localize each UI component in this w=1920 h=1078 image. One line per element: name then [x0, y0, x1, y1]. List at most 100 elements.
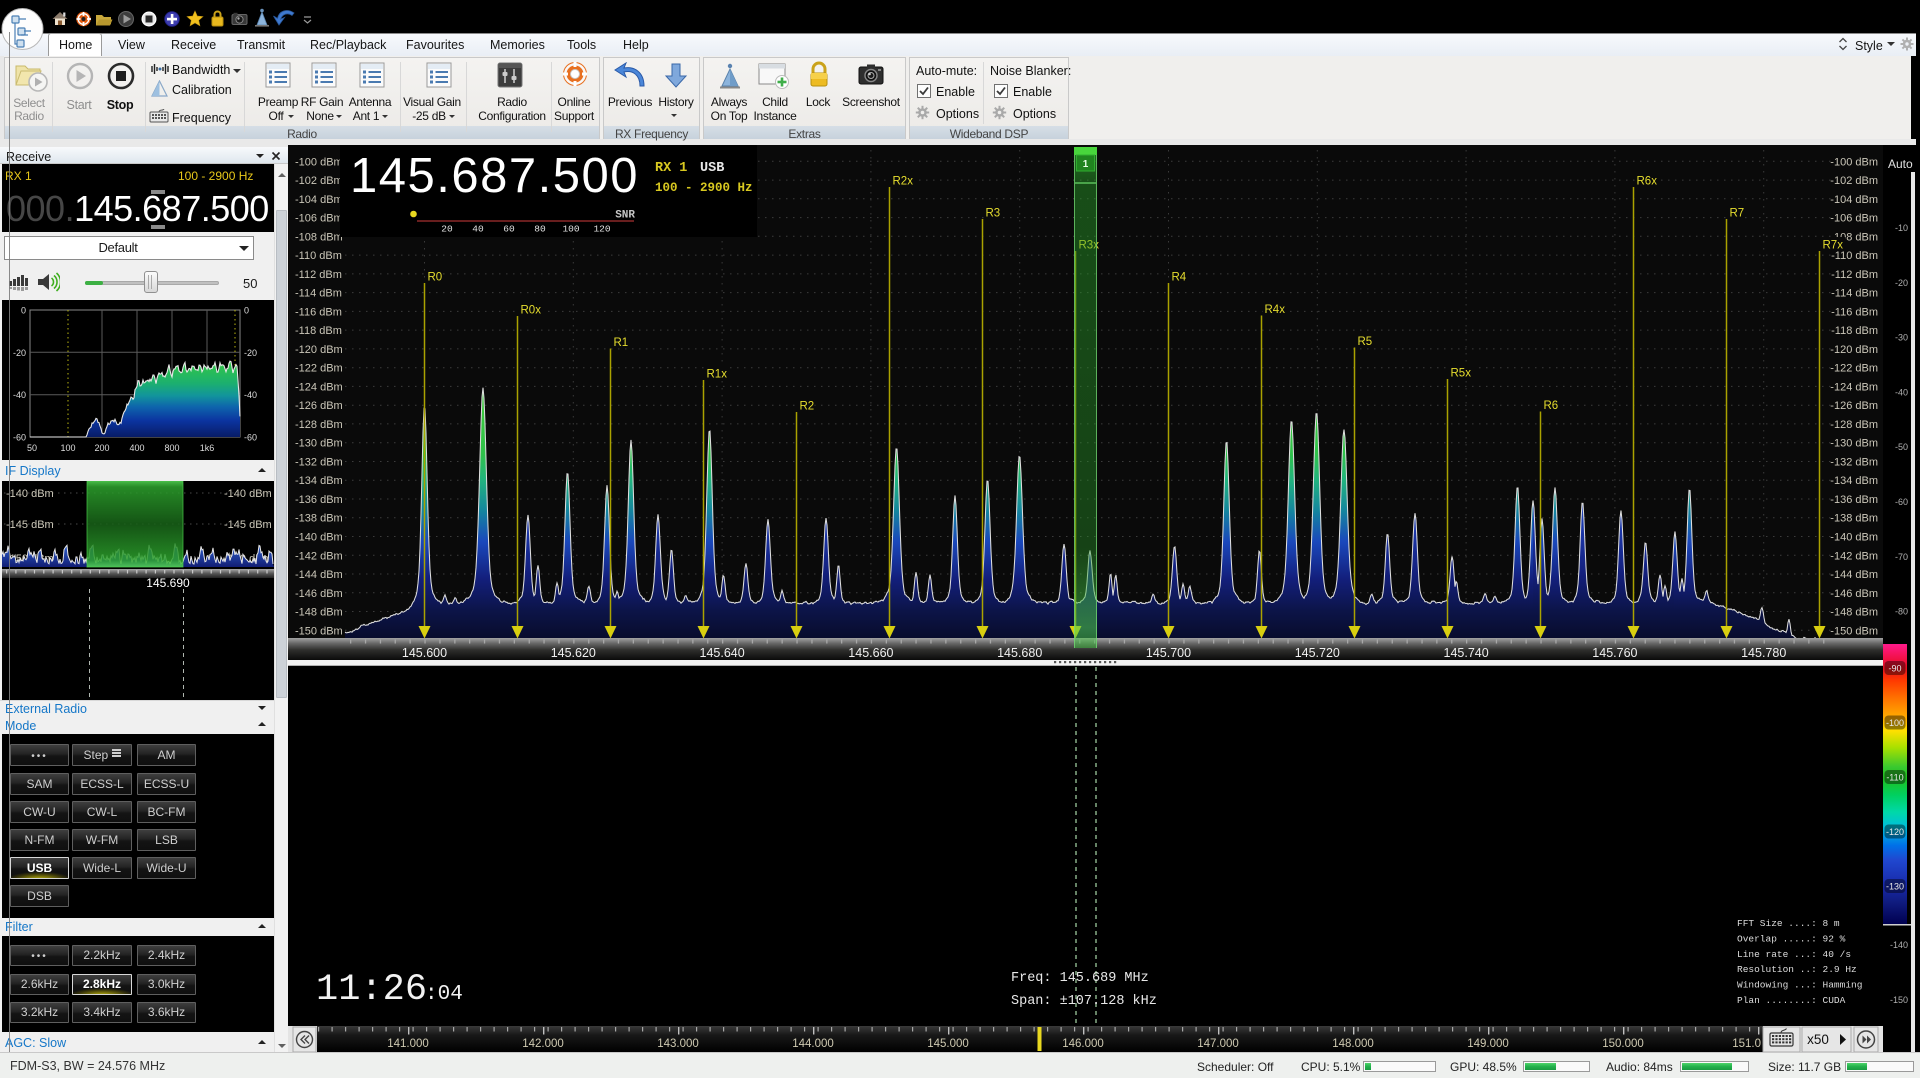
- svg-text:-110 dBm: -110 dBm: [295, 250, 342, 262]
- svg-text:-118 dBm: -118 dBm: [1831, 325, 1878, 337]
- svg-text:-144 dBm: -144 dBm: [295, 569, 343, 581]
- svg-text:Freq: 145.689 MHz: Freq: 145.689 MHz: [1011, 971, 1149, 986]
- svg-text:145.720: 145.720: [1295, 646, 1340, 660]
- svg-text:-132 dBm: -132 dBm: [1830, 457, 1878, 469]
- svg-text:-106 dBm: -106 dBm: [1830, 213, 1878, 225]
- svg-text::04: :04: [425, 983, 463, 1006]
- svg-text:R1x: R1x: [707, 369, 728, 381]
- svg-text:60: 60: [503, 224, 515, 235]
- svg-text:-145 dBm: -145 dBm: [6, 519, 54, 531]
- svg-text:-140 dBm: -140 dBm: [6, 488, 54, 500]
- svg-text:-120 dBm: -120 dBm: [1830, 344, 1878, 356]
- svg-text:-30: -30: [1895, 333, 1908, 343]
- svg-text:-144 dBm: -144 dBm: [1830, 569, 1878, 581]
- svg-text:R4: R4: [1172, 272, 1187, 284]
- svg-text:-120 dBm: -120 dBm: [295, 344, 343, 356]
- svg-text:Overlap .....: 92 %: Overlap .....: 92 %: [1737, 933, 1846, 944]
- svg-text:-130: -130: [1886, 882, 1904, 892]
- svg-text:R2: R2: [800, 401, 815, 413]
- svg-text:1k6: 1k6: [200, 443, 215, 453]
- svg-text:SNR: SNR: [615, 210, 635, 222]
- svg-text:800: 800: [164, 443, 179, 453]
- svg-text:145.700: 145.700: [1146, 646, 1191, 660]
- svg-text:40: 40: [472, 224, 484, 235]
- svg-text:R1: R1: [614, 337, 629, 349]
- svg-text:1: 1: [1083, 159, 1089, 170]
- svg-text:-50: -50: [1895, 442, 1908, 452]
- svg-text:-140: -140: [1890, 940, 1908, 950]
- svg-text:-134 dBm: -134 dBm: [1830, 475, 1878, 487]
- svg-text:-126 dBm: -126 dBm: [1830, 400, 1878, 412]
- svg-text:100: 100: [562, 224, 579, 235]
- svg-text:R6x: R6x: [1637, 176, 1658, 188]
- svg-text:-100: -100: [1886, 718, 1904, 728]
- svg-text:-110 dBm: -110 dBm: [1831, 250, 1878, 262]
- svg-text:-102 dBm: -102 dBm: [295, 175, 343, 187]
- svg-text:-148 dBm: -148 dBm: [295, 607, 343, 619]
- svg-text:-112 dBm: -112 dBm: [1831, 269, 1878, 281]
- svg-text:145.600: 145.600: [402, 646, 447, 660]
- svg-text:20: 20: [441, 224, 453, 235]
- svg-text:80: 80: [534, 224, 546, 235]
- svg-text:148.000: 148.000: [1332, 1038, 1374, 1050]
- svg-text:-120: -120: [1886, 827, 1904, 837]
- svg-text:-40: -40: [13, 390, 26, 400]
- svg-text:142.000: 142.000: [522, 1038, 564, 1050]
- svg-text:R6: R6: [1544, 400, 1559, 412]
- svg-text:400: 400: [129, 443, 144, 453]
- svg-text:-142 dBm: -142 dBm: [1830, 550, 1878, 562]
- svg-text:146.000: 146.000: [1062, 1038, 1104, 1050]
- svg-text:-124 dBm: -124 dBm: [1830, 381, 1878, 393]
- svg-text:-150 dBm: -150 dBm: [1830, 625, 1878, 637]
- svg-text:143.000: 143.000: [657, 1038, 699, 1050]
- svg-text:50: 50: [27, 443, 37, 453]
- svg-text:-116 dBm: -116 dBm: [1831, 306, 1878, 318]
- svg-text:147.000: 147.000: [1197, 1038, 1239, 1050]
- svg-text:-110: -110: [1886, 773, 1903, 783]
- svg-text:145.780: 145.780: [1741, 646, 1786, 660]
- svg-text:x50: x50: [1807, 1032, 1829, 1047]
- svg-text:-70: -70: [1895, 552, 1908, 562]
- svg-text:-148 dBm: -148 dBm: [1830, 607, 1878, 619]
- svg-text:-20: -20: [1895, 278, 1908, 288]
- svg-text:-40: -40: [244, 390, 257, 400]
- svg-text:-116 dBm: -116 dBm: [295, 306, 342, 318]
- svg-text:Line rate ...: 40 /s: Line rate ...: 40 /s: [1737, 949, 1851, 960]
- svg-text:145.760: 145.760: [1592, 646, 1637, 660]
- svg-text:-138 dBm: -138 dBm: [1830, 513, 1878, 525]
- svg-text:R0: R0: [428, 272, 443, 284]
- svg-text:-134 dBm: -134 dBm: [295, 475, 343, 487]
- svg-text:151.0: 151.0: [1732, 1038, 1761, 1050]
- svg-text:-132 dBm: -132 dBm: [295, 457, 343, 469]
- svg-text:Auto: Auto: [1888, 157, 1913, 171]
- svg-text:145.000: 145.000: [927, 1038, 969, 1050]
- svg-text:144.000: 144.000: [792, 1038, 834, 1050]
- svg-text:-90: -90: [1888, 664, 1901, 674]
- svg-text:-122 dBm: -122 dBm: [1830, 363, 1878, 375]
- svg-text:-104 dBm: -104 dBm: [1830, 194, 1878, 206]
- svg-text:0: 0: [21, 306, 26, 316]
- svg-text:Resolution ..: 2.9 Hz: Resolution ..: 2.9 Hz: [1737, 964, 1857, 975]
- svg-text:-146 dBm: -146 dBm: [1830, 588, 1878, 600]
- svg-text:-130 dBm: -130 dBm: [295, 438, 343, 450]
- svg-text:120: 120: [593, 224, 610, 235]
- svg-text:R5: R5: [1358, 336, 1373, 348]
- svg-text:100 - 2900 Hz: 100 - 2900 Hz: [655, 181, 753, 195]
- svg-text:-108 dBm: -108 dBm: [295, 231, 343, 243]
- svg-text:-112 dBm: -112 dBm: [295, 269, 342, 281]
- svg-text:200: 200: [94, 443, 109, 453]
- svg-text:-150 dBm: -150 dBm: [295, 625, 343, 637]
- svg-text:R0x: R0x: [521, 305, 542, 317]
- svg-text:-118 dBm: -118 dBm: [295, 325, 342, 337]
- svg-text:145.690: 145.690: [146, 576, 190, 590]
- svg-text:-102 dBm: -102 dBm: [1830, 175, 1878, 187]
- svg-text:145.620: 145.620: [551, 646, 596, 660]
- svg-text:FFT Size ....: 8 m: FFT Size ....: 8 m: [1737, 918, 1840, 929]
- svg-text:145.687.500: 145.687.500: [350, 149, 639, 203]
- svg-text:100: 100: [60, 443, 75, 453]
- svg-text:-80: -80: [1895, 607, 1908, 617]
- svg-text:R7x: R7x: [1823, 240, 1844, 252]
- svg-text:-128 dBm: -128 dBm: [1830, 419, 1878, 431]
- svg-text:150.000: 150.000: [1602, 1038, 1644, 1050]
- svg-text:R4x: R4x: [1265, 304, 1286, 316]
